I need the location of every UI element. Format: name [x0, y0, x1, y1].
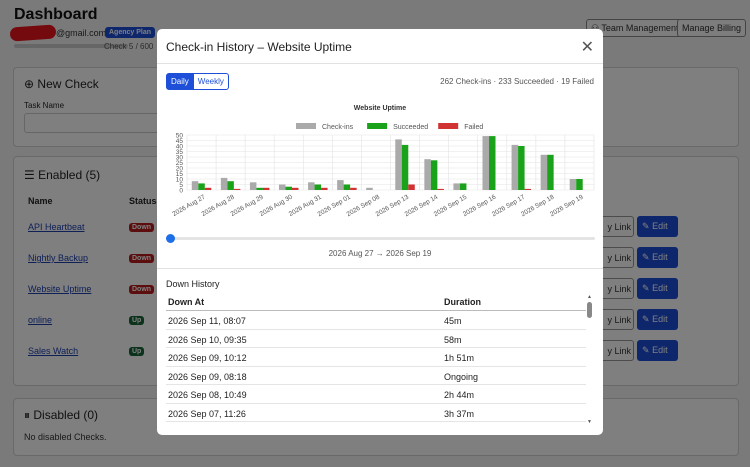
bar — [511, 144, 519, 190]
down-at-cell: 2026 Sep 10, 09:35 — [168, 334, 247, 345]
bar — [233, 188, 241, 190]
header-divider — [157, 63, 603, 64]
bar — [204, 187, 212, 190]
bar — [279, 184, 286, 190]
bar — [343, 184, 351, 190]
bar — [256, 187, 263, 190]
bar — [285, 186, 292, 190]
down-at-cell: 2026 Sep 09, 10:12 — [168, 353, 247, 363]
bar — [459, 183, 467, 190]
bar — [547, 154, 554, 190]
bar — [292, 187, 299, 190]
scrollbar-thumb[interactable] — [587, 302, 592, 318]
table-row: 2026 Sep 11, 08:07 45m — [166, 311, 586, 330]
range-slider-handle[interactable] — [166, 234, 175, 243]
bar — [453, 183, 460, 190]
bar — [395, 139, 402, 190]
duration-cell: Ongoing — [444, 371, 479, 382]
bar — [424, 159, 431, 190]
modal-title: Check-in History – Website Uptime — [166, 40, 352, 54]
bar — [337, 180, 344, 190]
table-header: Down At Duration — [166, 292, 586, 311]
tab-daily[interactable]: Daily — [166, 73, 194, 90]
bar — [482, 136, 489, 190]
bar — [437, 188, 444, 190]
bar — [262, 187, 270, 190]
legend-label: Check-ins — [322, 124, 354, 131]
close-icon[interactable]: ✕ — [581, 37, 594, 57]
bar — [249, 182, 257, 190]
duration-cell: 3h 37m — [444, 408, 475, 419]
x-tick-label: 2026 Sep 19 — [549, 193, 585, 218]
bar — [308, 182, 315, 190]
table-row: 2026 Sep 10, 09:35 58m — [166, 330, 586, 348]
legend-swatch — [296, 123, 316, 129]
legend-label: Failed — [464, 124, 483, 131]
bar — [350, 187, 357, 190]
bar — [366, 187, 373, 190]
bar — [540, 154, 548, 190]
bar — [220, 177, 228, 190]
uptime-chart: Website UptimeCheck-ins Succeeded Failed05… — [171, 105, 595, 218]
chart-title: Website Uptime — [354, 105, 406, 112]
down-at-cell: 2026 Sep 11, 08:07 — [168, 316, 246, 326]
bar — [314, 184, 322, 190]
checkin-summary: 262 Check-ins · 233 Succeeded · 19 Faile… — [440, 77, 594, 86]
bar — [227, 181, 234, 190]
bar — [489, 136, 496, 190]
down-at-cell: 2026 Sep 07, 11:26 — [168, 408, 246, 419]
down-at-cell: 2026 Sep 09, 08:18 — [168, 371, 247, 382]
bar — [524, 188, 532, 190]
down-history-title: Down History — [166, 279, 220, 289]
bar — [191, 181, 199, 190]
down-at-cell: 2026 Sep 08, 10:49 — [168, 390, 247, 400]
table-row: 2026 Sep 09, 10:12 1h 51m — [166, 348, 586, 367]
range-slider-track[interactable] — [168, 237, 595, 240]
bar — [576, 179, 583, 190]
duration-cell: 2h 44m — [444, 390, 475, 400]
duration-cell: 45m — [444, 316, 462, 326]
bar — [401, 144, 409, 190]
checkin-history-modal: Check-in History – Website Uptime ✕ Dail… — [157, 29, 603, 435]
y-tick-label: 50 — [176, 133, 184, 140]
bar — [408, 184, 415, 190]
col-duration: Duration — [444, 297, 481, 307]
legend-label: Succeeded — [393, 124, 428, 131]
section-divider — [157, 268, 603, 269]
table-row: 2026 Sep 08, 10:49 2h 44m — [166, 385, 586, 404]
tab-weekly[interactable]: Weekly — [193, 73, 229, 90]
range-caption: 2026 Aug 27 → 2026 Sep 19 — [328, 249, 432, 258]
bar — [321, 187, 328, 190]
scroll-up-icon[interactable]: ▲ — [587, 294, 592, 300]
legend-swatch — [438, 123, 459, 129]
bar — [518, 146, 525, 190]
col-down-at: Down At — [168, 297, 205, 307]
bar — [198, 183, 205, 190]
table-row: 2026 Sep 09, 08:18 Ongoing — [166, 367, 586, 385]
legend-swatch — [367, 123, 388, 129]
table-row: 2026 Sep 07, 11:26 3h 37m — [166, 404, 586, 422]
scroll-down-icon[interactable]: ▼ — [587, 419, 592, 425]
duration-cell: 58m — [444, 334, 462, 345]
down-history-table: Down At Duration 2026 Sep 11, 08:07 45m 20… — [166, 292, 586, 422]
bar — [569, 179, 577, 190]
bar — [430, 160, 438, 190]
period-toggle: Daily Weekly — [166, 73, 229, 90]
duration-cell: 1h 51m — [444, 353, 475, 363]
